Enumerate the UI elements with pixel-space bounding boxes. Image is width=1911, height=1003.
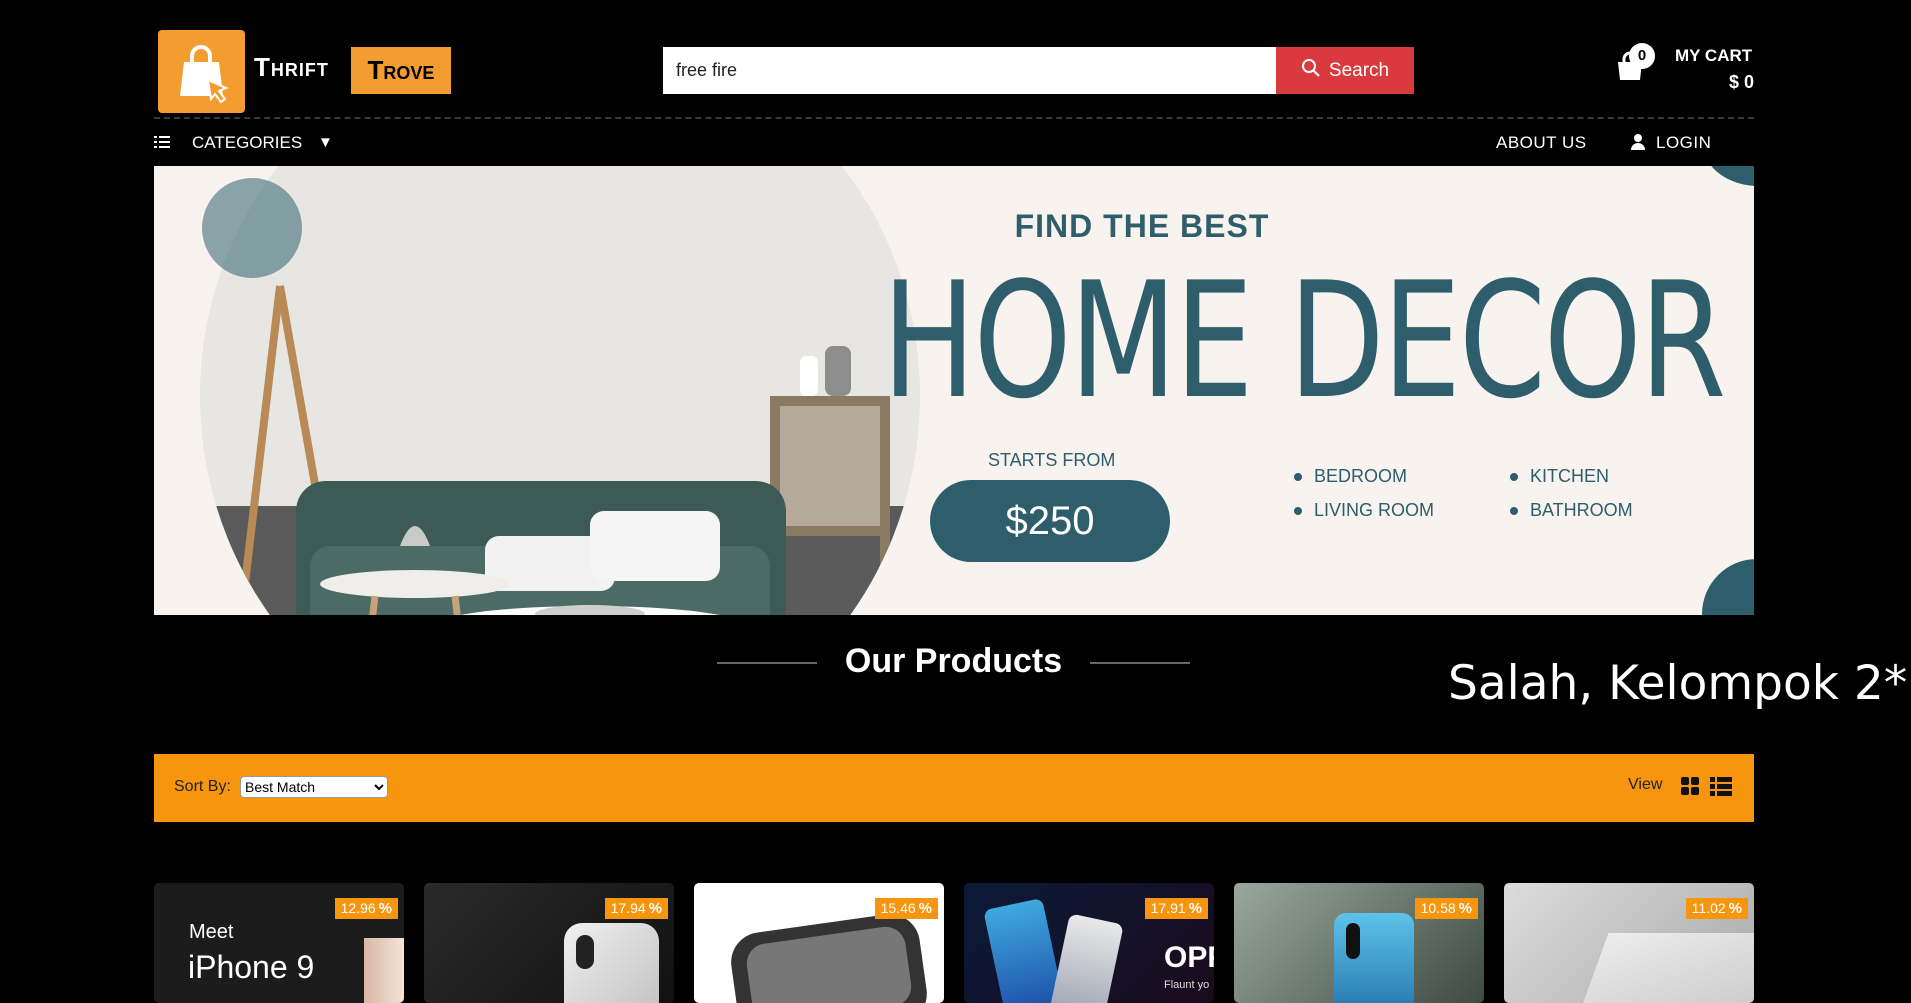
- product-card[interactable]: Meet iPhone 9 12.96%: [154, 883, 404, 1003]
- discount-badge: 17.94%: [604, 898, 668, 919]
- search-input[interactable]: [663, 47, 1276, 94]
- product-card[interactable]: OPP Flaunt yo 17.91%: [964, 883, 1214, 1003]
- banner-room-item: BEDROOM: [1294, 466, 1407, 487]
- product-card[interactable]: 15.46%: [694, 883, 944, 1003]
- user-icon[interactable]: [1630, 133, 1646, 156]
- banner-decor-circle: [202, 178, 302, 278]
- search-button-label: Search: [1328, 59, 1390, 81]
- sort-bar: Sort By: Best Match View: [154, 754, 1754, 822]
- cart-count-badge: 0: [1629, 43, 1655, 69]
- nav-about-us[interactable]: ABOUT US: [1496, 133, 1587, 153]
- banner-room-item: KITCHEN: [1510, 466, 1609, 487]
- discount-badge: 17.91%: [1144, 898, 1208, 919]
- banner-decor-corner-bottom: [1702, 559, 1754, 615]
- banner-headline: HOME DECOR: [882, 247, 1726, 434]
- camera-icon: [1346, 923, 1360, 959]
- product-card[interactable]: 17.94%: [424, 883, 674, 1003]
- discount-badge: 12.96%: [334, 898, 398, 919]
- nav-login[interactable]: LOGIN: [1656, 133, 1711, 153]
- banner-room-photo: [200, 166, 920, 615]
- sort-select[interactable]: Best Match: [240, 776, 388, 798]
- grid-view-icon[interactable]: [1680, 776, 1700, 801]
- header-divider: [154, 117, 1754, 119]
- products-title-line-left: [717, 662, 817, 664]
- card-caption-line1: OPP: [1164, 941, 1214, 974]
- logo-text-thrift[interactable]: Thrift: [254, 52, 329, 83]
- card-caption-line2: Flaunt yo: [1164, 979, 1210, 991]
- products-title: Our Products: [844, 642, 1063, 680]
- discount-badge: 15.46%: [874, 898, 938, 919]
- list-icon[interactable]: [154, 135, 170, 154]
- sort-label: Sort By:: [174, 778, 231, 795]
- card-caption-line2: iPhone 9: [188, 949, 315, 985]
- product-card[interactable]: 11.02%: [1504, 883, 1754, 1003]
- caret-down-icon[interactable]: ▼: [318, 134, 333, 151]
- overlay-caption: Salah, Kelompok 2*: [1448, 656, 1908, 711]
- product-card[interactable]: 10.58%: [1234, 883, 1484, 1003]
- cart-label[interactable]: MY CART: [1675, 46, 1752, 66]
- logo-text-trove[interactable]: Trove: [351, 47, 451, 94]
- banner-decor-corner-top: [1704, 166, 1754, 186]
- search-button[interactable]: Search: [1276, 47, 1414, 94]
- product-image: [364, 938, 404, 1003]
- banner-subheadline: FIND THE BEST: [1014, 208, 1270, 244]
- categories-menu[interactable]: CATEGORIES: [192, 133, 302, 153]
- product-image: [1579, 933, 1754, 1003]
- banner-starts-from: STARTS FROM: [988, 450, 1116, 470]
- cart-total: $ 0: [1728, 72, 1754, 92]
- logo-icon[interactable]: [158, 30, 245, 113]
- banner-room-item: LIVING ROOM: [1294, 500, 1434, 521]
- discount-badge: 11.02%: [1685, 898, 1748, 919]
- camera-icon: [576, 935, 594, 969]
- hero-banner[interactable]: FIND THE BEST HOME DECOR STARTS FROM $25…: [154, 166, 1754, 615]
- products-title-line-right: [1090, 662, 1190, 664]
- product-image: [983, 897, 1065, 1003]
- banner-price: $250: [930, 480, 1170, 562]
- search-icon: [1301, 58, 1321, 84]
- list-view-icon[interactable]: [1710, 776, 1732, 801]
- card-caption-line1: Meet: [189, 921, 234, 943]
- view-label: View: [1628, 776, 1663, 793]
- discount-badge: 10.58%: [1414, 898, 1478, 919]
- banner-room-item: BATHROOM: [1510, 500, 1633, 521]
